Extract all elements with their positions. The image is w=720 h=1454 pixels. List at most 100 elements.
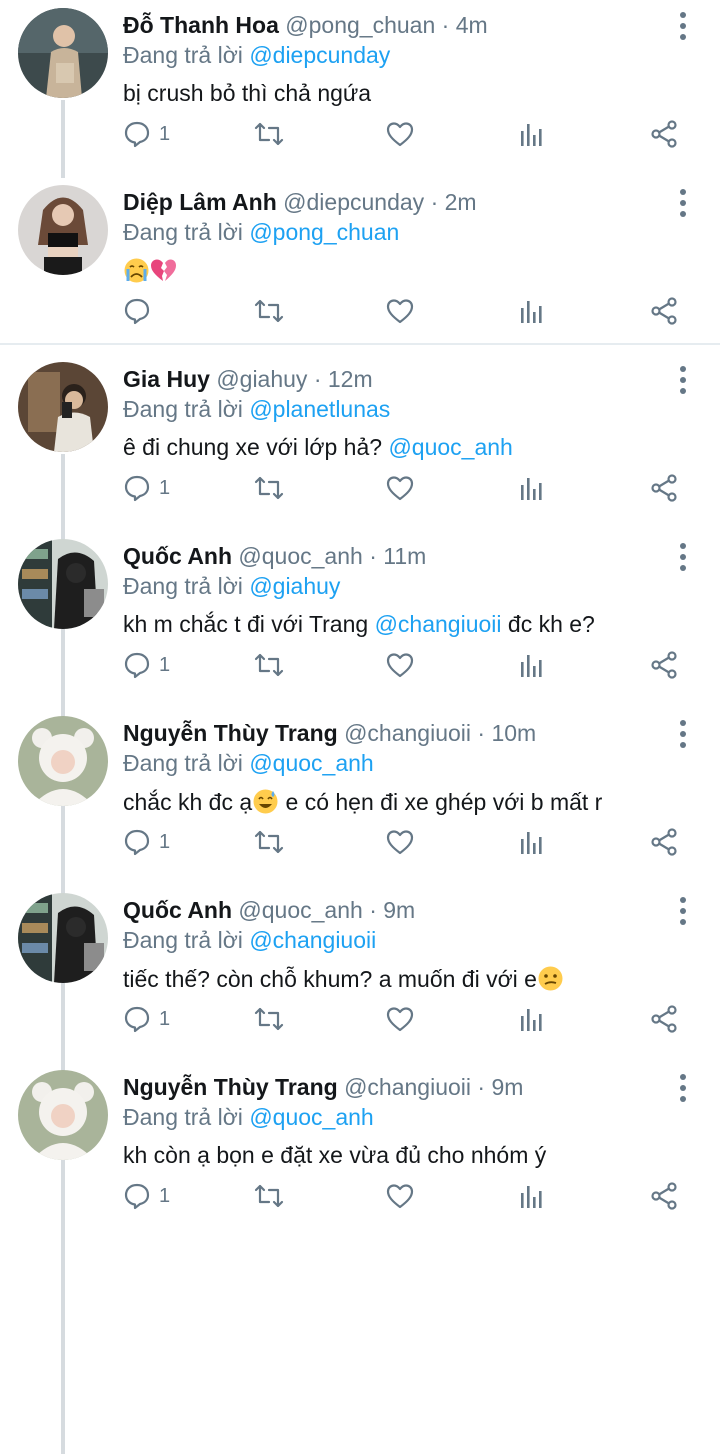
avatar[interactable]: [18, 539, 108, 629]
reply-button[interactable]: 1: [123, 999, 170, 1039]
author-handle[interactable]: @changiuoii: [344, 1074, 471, 1100]
reply-mention[interactable]: @giahuy: [249, 573, 340, 599]
replying-label: Đang trả lời: [123, 750, 243, 776]
reply-button[interactable]: [123, 291, 159, 331]
reply-mention[interactable]: @quoc_anh: [249, 1104, 373, 1130]
share-button[interactable]: [650, 114, 678, 154]
like-button[interactable]: [386, 645, 414, 685]
avatar[interactable]: [18, 893, 108, 983]
retweet-button[interactable]: [254, 291, 284, 331]
analytics-icon: [521, 832, 542, 854]
author-name[interactable]: Quốc Anh: [123, 543, 232, 569]
tweet-text: kh còn ạ bọn e đặt xe vừa đủ cho nhóm ý: [123, 1142, 546, 1169]
analytics-button[interactable]: [520, 291, 544, 331]
share-button[interactable]: [650, 468, 678, 508]
reply-mention[interactable]: @changiuoii: [249, 927, 376, 953]
author-handle[interactable]: @quoc_anh: [238, 543, 362, 569]
reply-bubble-icon: [124, 121, 150, 148]
author-name[interactable]: Gia Huy: [123, 366, 210, 392]
reply-button[interactable]: 1: [123, 645, 170, 685]
analytics-button[interactable]: [520, 822, 544, 862]
heart-icon: [386, 653, 414, 678]
analytics-icon: [521, 301, 542, 323]
tweet-body: kh m chắc t đi với Trang: [123, 611, 369, 637]
tweet-header: Diệp Lâm Anh @diepcunday · 2m: [123, 189, 477, 216]
reply-mention[interactable]: @planetlunas: [249, 396, 390, 422]
analytics-button[interactable]: [520, 999, 544, 1039]
action-bar: 1: [0, 822, 720, 862]
analytics-icon: [521, 655, 542, 677]
retweet-button[interactable]: [254, 999, 284, 1039]
share-button[interactable]: [650, 645, 678, 685]
avatar[interactable]: [18, 8, 108, 98]
author-name[interactable]: Quốc Anh: [123, 897, 232, 923]
author-handle[interactable]: @giahuy: [216, 366, 307, 392]
tweet-text: tiếc thế? còn chỗ khum? a muốn đi với e: [123, 965, 564, 993]
retweet-icon: [254, 653, 284, 677]
like-button[interactable]: [386, 114, 414, 154]
text-mention[interactable]: @changiuoii: [375, 611, 502, 637]
timestamp: · 9m: [369, 897, 416, 923]
author-handle[interactable]: @changiuoii: [344, 720, 471, 746]
avatar[interactable]: [18, 716, 108, 806]
heart-icon: [386, 476, 414, 501]
reply-button[interactable]: 1: [123, 468, 170, 508]
replying-label: Đang trả lời: [123, 573, 243, 599]
share-button[interactable]: [650, 291, 678, 331]
more-vertical-icon[interactable]: [672, 895, 694, 929]
thread-divider: [0, 343, 720, 345]
analytics-button[interactable]: [520, 114, 544, 154]
action-bar: 1: [0, 114, 720, 154]
replying-to: Đang trả lời @pong_chuan: [123, 219, 399, 246]
reply-button[interactable]: 1: [123, 1176, 170, 1216]
reply-bubble-icon: [124, 298, 150, 325]
avatar[interactable]: [18, 1070, 108, 1160]
author-handle[interactable]: @pong_chuan: [285, 12, 435, 38]
share-icon: [651, 828, 677, 856]
analytics-button[interactable]: [520, 468, 544, 508]
like-button[interactable]: [386, 999, 414, 1039]
more-vertical-icon[interactable]: [672, 364, 694, 398]
avatar[interactable]: [18, 185, 108, 275]
retweet-button[interactable]: [254, 114, 284, 154]
author-handle[interactable]: @diepcunday: [283, 189, 424, 215]
author-name[interactable]: Nguyễn Thùy Trang: [123, 720, 338, 746]
analytics-button[interactable]: [520, 1176, 544, 1216]
heart-icon: [386, 299, 414, 324]
tweet-header: Gia Huy @giahuy · 12m: [123, 366, 373, 393]
more-vertical-icon[interactable]: [672, 10, 694, 44]
replying-to: Đang trả lời @quoc_anh: [123, 750, 374, 777]
author-handle[interactable]: @quoc_anh: [238, 897, 362, 923]
like-button[interactable]: [386, 291, 414, 331]
author-name[interactable]: Đỗ Thanh Hoa: [123, 12, 279, 38]
retweet-button[interactable]: [254, 645, 284, 685]
share-button[interactable]: [650, 822, 678, 862]
broken-heart-emoji: [151, 259, 176, 281]
tweet-header: Quốc Anh @quoc_anh · 9m: [123, 897, 415, 924]
reply-mention[interactable]: @quoc_anh: [249, 750, 373, 776]
share-button[interactable]: [650, 999, 678, 1039]
avatar[interactable]: [18, 362, 108, 452]
analytics-button[interactable]: [520, 645, 544, 685]
like-button[interactable]: [386, 822, 414, 862]
share-button[interactable]: [650, 1176, 678, 1216]
like-button[interactable]: [386, 468, 414, 508]
reply-button[interactable]: 1: [123, 114, 170, 154]
reply-button[interactable]: 1: [123, 822, 170, 862]
replying-label: Đang trả lời: [123, 1104, 243, 1130]
tweet-text: kh m chắc t đi với Trang @changiuoii đc …: [123, 611, 595, 638]
author-name[interactable]: Diệp Lâm Anh: [123, 189, 277, 215]
reply-mention[interactable]: @diepcunday: [249, 42, 390, 68]
more-vertical-icon[interactable]: [672, 541, 694, 575]
retweet-button[interactable]: [254, 468, 284, 508]
action-bar: 1: [0, 645, 720, 685]
retweet-button[interactable]: [254, 822, 284, 862]
reply-mention[interactable]: @pong_chuan: [249, 219, 399, 245]
more-vertical-icon[interactable]: [672, 187, 694, 221]
like-button[interactable]: [386, 1176, 414, 1216]
author-name[interactable]: Nguyễn Thùy Trang: [123, 1074, 338, 1100]
more-vertical-icon[interactable]: [672, 1072, 694, 1106]
retweet-button[interactable]: [254, 1176, 284, 1216]
text-mention[interactable]: @quoc_anh: [388, 434, 512, 460]
more-vertical-icon[interactable]: [672, 718, 694, 752]
